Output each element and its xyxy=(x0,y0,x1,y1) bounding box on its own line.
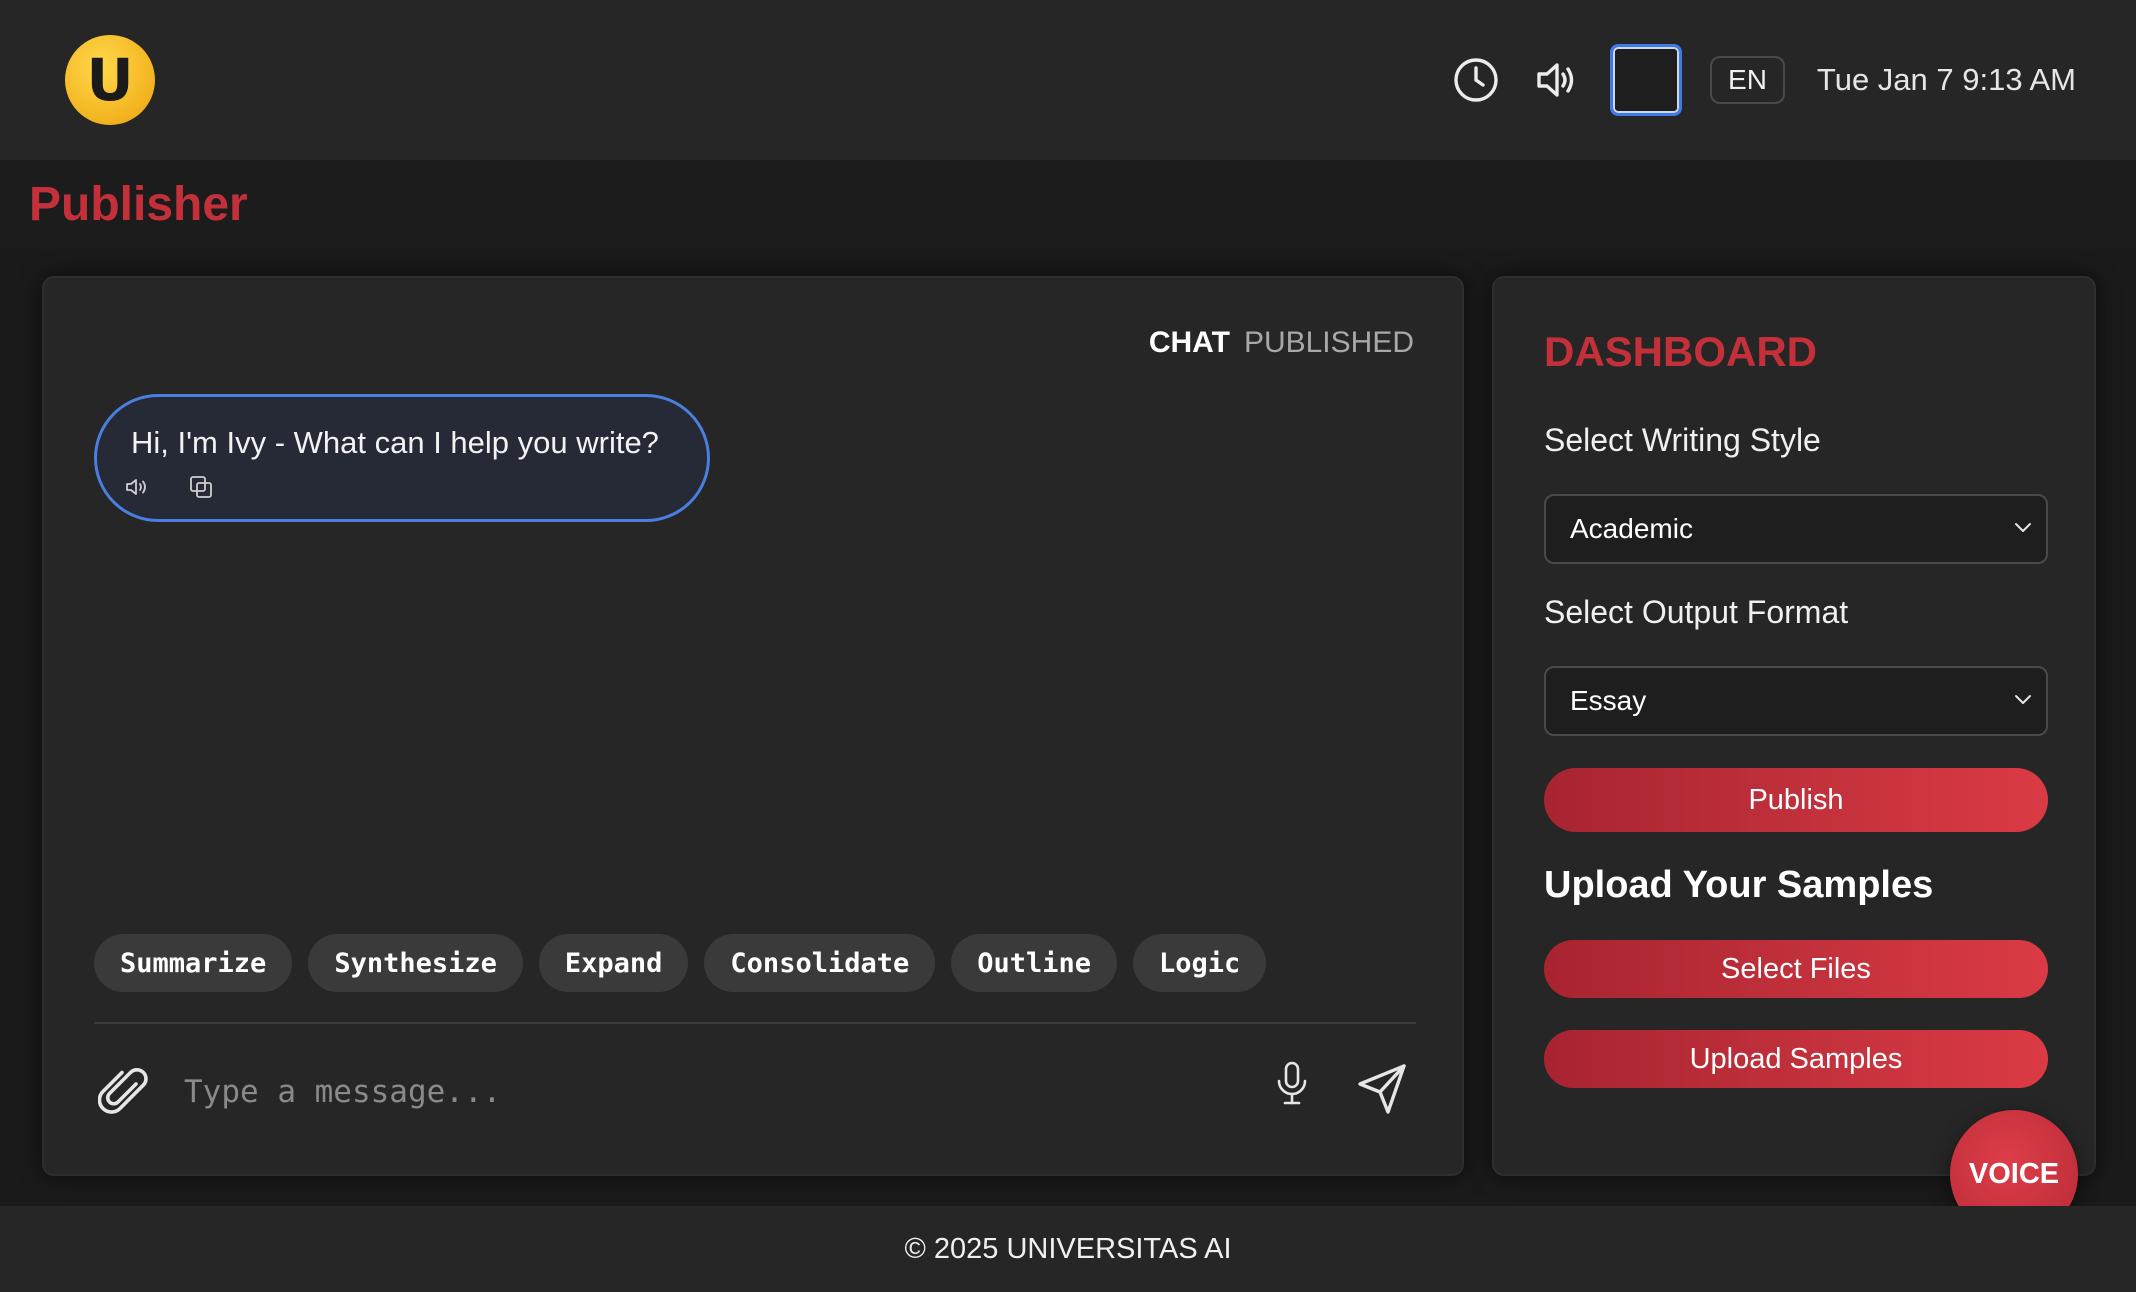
writing-style-label: Select Writing Style xyxy=(1544,422,1821,458)
chat-panel: CHAT PUBLISHED Hi, I'm Ivy - What can I … xyxy=(42,276,1464,1176)
microphone-icon[interactable] xyxy=(1272,1060,1312,1108)
send-icon[interactable] xyxy=(1354,1060,1412,1118)
paperclip-icon[interactable] xyxy=(97,1064,154,1120)
speaker-icon[interactable] xyxy=(1530,54,1582,106)
consolidate-button[interactable]: Consolidate xyxy=(704,934,936,992)
theme-color-swatch[interactable] xyxy=(1610,44,1683,116)
quick-actions: Summarize Synthesize Expand Consolidate … xyxy=(94,934,1267,992)
writing-style-value: Academic xyxy=(1570,513,1693,544)
outline-button[interactable]: Outline xyxy=(951,934,1118,992)
tab-chat[interactable]: CHAT xyxy=(1149,326,1230,360)
chevron-down-icon xyxy=(2012,516,2034,543)
copy-icon[interactable] xyxy=(187,473,215,506)
message-input[interactable] xyxy=(184,1064,1284,1120)
output-format-select[interactable]: Essay xyxy=(1544,666,2048,736)
header-controls: EN Tue Jan 7 9:13 AM xyxy=(1450,44,2076,116)
page-title: Publisher xyxy=(29,177,248,231)
tab-published[interactable]: PUBLISHED xyxy=(1244,326,1414,360)
dashboard-title: DASHBOARD xyxy=(1544,328,1817,375)
chat-tabs: CHAT PUBLISHED xyxy=(1149,326,1414,360)
top-bar: U EN Tue Jan 7 9:13 AM xyxy=(0,0,2136,160)
clock-icon[interactable] xyxy=(1450,54,1502,106)
app-logo[interactable]: U xyxy=(65,35,155,125)
title-strip: Publisher xyxy=(0,160,2136,248)
writing-style-select[interactable]: Academic xyxy=(1544,494,2048,564)
read-aloud-icon[interactable] xyxy=(123,473,151,506)
publish-button[interactable]: Publish xyxy=(1544,768,2048,832)
output-format-value: Essay xyxy=(1570,685,1647,716)
logic-button[interactable]: Logic xyxy=(1133,934,1267,992)
expand-button[interactable]: Expand xyxy=(538,934,689,992)
date-time: Tue Jan 7 9:13 AM xyxy=(1816,62,2076,97)
select-files-button[interactable]: Select Files xyxy=(1544,940,2048,998)
assistant-message: Hi, I'm Ivy - What can I help you write? xyxy=(94,394,710,522)
upload-samples-button[interactable]: Upload Samples xyxy=(1544,1030,2048,1088)
chevron-down-icon xyxy=(2012,688,2034,715)
footer: © 2025 UNIVERSITAS AI xyxy=(0,1206,2136,1292)
synthesize-button[interactable]: Synthesize xyxy=(308,934,523,992)
language-button[interactable]: EN xyxy=(1710,56,1785,104)
message-actions xyxy=(123,473,677,506)
copyright-text: © 2025 UNIVERSITAS AI xyxy=(904,1232,1232,1265)
input-divider xyxy=(94,1022,1416,1024)
dashboard-panel: DASHBOARD Select Writing Style Academic … xyxy=(1492,276,2096,1176)
message-text: Hi, I'm Ivy - What can I help you write? xyxy=(131,425,659,460)
upload-heading: Upload Your Samples xyxy=(1544,864,1934,906)
output-format-label: Select Output Format xyxy=(1544,594,1849,630)
summarize-button[interactable]: Summarize xyxy=(94,934,293,992)
logo-letter: U xyxy=(86,46,134,114)
